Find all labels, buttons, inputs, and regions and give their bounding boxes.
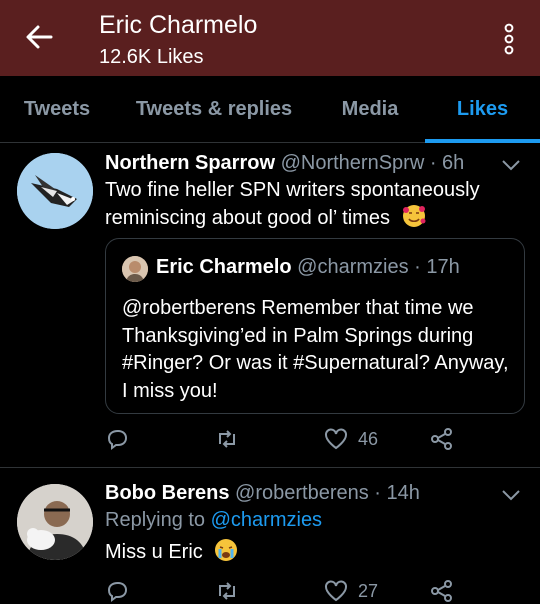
replying-to-link[interactable]: @charmzies (211, 509, 322, 531)
tab-tweets[interactable]: Tweets (14, 76, 100, 142)
retweet-icon (219, 582, 235, 600)
chevron-down-icon[interactable] (500, 158, 522, 172)
tweet-text: Miss u Eric (105, 538, 505, 570)
heart-icon (325, 580, 347, 602)
bird-avatar-image (17, 153, 93, 229)
avatar[interactable] (17, 484, 93, 560)
like-button[interactable]: 46 (324, 428, 378, 450)
share-button[interactable] (430, 580, 454, 602)
quoted-tweet-header: Eric Charmelo @charmzies · 17h (156, 256, 460, 279)
avatar[interactable] (17, 153, 93, 229)
like-button[interactable]: 27 (324, 580, 378, 602)
active-tab-indicator (425, 139, 540, 143)
profile-header: Eric Charmelo 12.6K Likes (0, 0, 540, 76)
heart-icon (325, 428, 347, 450)
profile-name: Eric Charmelo (99, 11, 258, 39)
reply-icon (107, 581, 128, 602)
share-button[interactable] (430, 428, 454, 450)
tab-tweets-replies[interactable]: Tweets & replies (126, 76, 302, 142)
replying-to-line: Replying to @charmzies (105, 509, 322, 532)
quoted-tweet-text: @robertberens Remember that time we Than… (122, 297, 509, 402)
tweet-divider (0, 467, 540, 468)
tab-media[interactable]: Media (330, 76, 410, 142)
tweet-header: Bobo Berens @robertberens · 14h (105, 482, 420, 505)
reply-icon (107, 429, 128, 450)
tweet-time: · 6h (429, 152, 465, 174)
quoted-author-handle: @charmzies (297, 256, 409, 278)
smiling-hearts-emoji-icon (402, 204, 426, 236)
author-handle: @robertberens (235, 482, 369, 504)
tweet-time: · 14h (374, 482, 420, 504)
share-icon (431, 428, 452, 450)
author-name[interactable]: Northern Sparrow (105, 152, 275, 174)
replying-to-label: Replying to (105, 509, 206, 531)
chevron-down-icon[interactable] (500, 488, 522, 502)
reply-button[interactable] (107, 580, 129, 602)
author-name[interactable]: Bobo Berens (105, 482, 229, 504)
person-with-cat-avatar-image (17, 484, 93, 560)
quoted-tweet[interactable]: Eric Charmelo @charmzies · 17h @robertbe… (105, 238, 525, 414)
reply-button[interactable] (107, 428, 129, 450)
back-arrow-icon[interactable] (22, 20, 56, 54)
crying-emoji-icon (214, 538, 238, 570)
retweet-button[interactable] (215, 428, 239, 450)
profile-tabs: Tweets Tweets & replies Media Likes (0, 76, 540, 143)
like-count: 46 (358, 428, 379, 449)
quoted-author-name: Eric Charmelo (156, 256, 292, 278)
quoted-tweet-time: · 17h (414, 256, 460, 278)
like-count: 27 (358, 580, 379, 601)
retweet-button[interactable] (215, 580, 239, 602)
retweet-icon (219, 430, 235, 448)
tweet-header: Northern Sparrow @NorthernSprw · 6h (105, 152, 464, 175)
share-icon (431, 580, 452, 602)
tweet-text-content: Miss u Eric (105, 541, 203, 563)
tweet-text: Two fine heller SPN writers spontaneousl… (105, 177, 505, 236)
more-menu-icon[interactable] (498, 22, 520, 56)
likes-count: 12.6K Likes (99, 46, 204, 68)
avatar (122, 256, 148, 282)
tab-likes[interactable]: Likes (425, 76, 540, 142)
author-handle: @NorthernSprw (280, 152, 425, 174)
